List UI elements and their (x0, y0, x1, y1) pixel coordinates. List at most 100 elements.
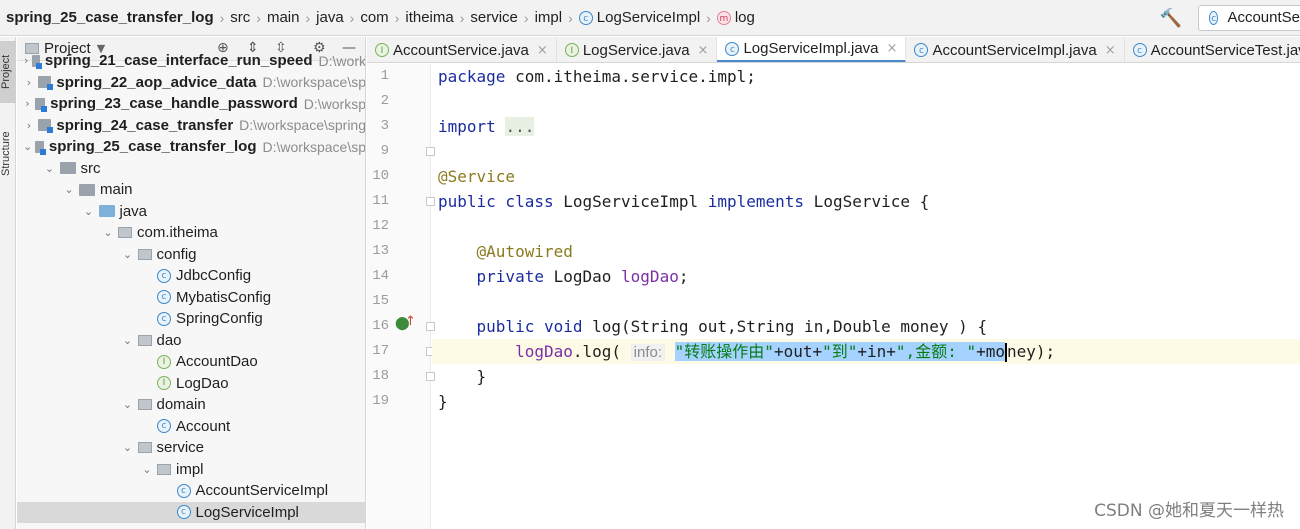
project-tool-tab[interactable]: Project (0, 41, 16, 103)
class-icon: c (157, 419, 171, 434)
line-number: 16 (372, 318, 389, 334)
tree-item[interactable]: › spring_23_case_handle_password D:\worksp (17, 93, 365, 115)
chevron-down-icon[interactable]: ⌄ (121, 334, 135, 347)
line-number: 2 (380, 93, 389, 109)
tree-item[interactable]: c SpringConfig (17, 308, 365, 330)
tool-window-strip: Project Structure (0, 37, 16, 529)
chevron-down-icon[interactable]: ⌄ (140, 463, 154, 476)
field-name: logDao (515, 342, 573, 361)
close-icon[interactable]: × (698, 43, 709, 58)
tree-item-label: MybatisConfig (176, 288, 272, 306)
tree-item[interactable]: › spring_21_case_interface_run_speed D:\wo… (17, 50, 365, 72)
tree-item[interactable]: ⌄ dao (17, 330, 365, 352)
tree-item[interactable]: c Account (17, 416, 365, 438)
tree-item[interactable]: c JdbcConfig (17, 265, 365, 287)
code-line-18: } (438, 364, 487, 389)
tree-item[interactable]: ⌄ com.itheima (17, 222, 365, 244)
breadcrumb-item-impl[interactable]: impl (535, 9, 563, 26)
tree-item[interactable]: c MybatisConfig (17, 287, 365, 309)
chevron-right-icon: › (523, 9, 529, 26)
tree-item[interactable]: › spring_24_case_transfer D:\workspace\spr… (17, 115, 365, 137)
breadcrumb-item-src[interactable]: src (230, 9, 250, 26)
chevron-down-icon[interactable]: ⌄ (62, 183, 76, 196)
structure-tool-tab[interactable]: Structure (0, 119, 16, 189)
breadcrumb-item-class[interactable]: LogServiceImpl (597, 9, 700, 26)
tree-item-label: AccountServiceImpl (195, 482, 329, 500)
chevron-down-icon[interactable]: ⌄ (101, 226, 115, 239)
tree-item-label: LogDao (176, 374, 229, 392)
close-icon[interactable]: × (537, 43, 548, 58)
tree-item-label: spring_23_case_handle_password (50, 95, 298, 113)
arrow-up-icon[interactable]: ↑ (405, 314, 416, 329)
editor-tab[interactable]: I LogService.java × (557, 37, 718, 62)
editor-tab[interactable]: I AccountService.java × (367, 37, 557, 62)
tree-item[interactable]: c LogServiceImpl (17, 501, 365, 523)
editor-tab-label: AccountService.java (393, 41, 529, 59)
tree-item[interactable]: ⌄ main (17, 179, 365, 201)
tree-item[interactable]: ⌄ impl (17, 459, 365, 481)
tree-item[interactable]: ⌄ spring_25_case_transfer_log D:\workspace… (17, 136, 365, 158)
tree-item-label: service (156, 439, 205, 457)
expression: +in+ (857, 342, 896, 361)
chevron-down-icon[interactable]: ⌄ (121, 441, 135, 454)
run-configuration-select[interactable]: c AccountSe (1198, 5, 1300, 31)
tree-item-label: spring_25_case_transfer_log (48, 138, 257, 156)
editor-tab[interactable]: cAccountServiceTest.java× (1125, 37, 1300, 62)
method-icon: m (716, 10, 731, 25)
selected-text[interactable]: "转账操作由"+out+"到"+in+",金额: "+mo (674, 342, 1005, 361)
class-icon: c (176, 505, 191, 520)
line-number: 17 (372, 343, 389, 359)
chevron-right-icon[interactable]: › (23, 119, 35, 132)
code-line-14: private LogDao logDao; (438, 264, 689, 289)
chevron-right-icon[interactable]: › (23, 76, 35, 89)
class-icon: c (578, 10, 593, 25)
module-folder-icon (37, 119, 53, 134)
tree-item[interactable]: c AccountServiceImpl (17, 480, 365, 502)
package-icon (137, 399, 152, 411)
chevron-down-icon[interactable]: ⌄ (121, 248, 135, 261)
run-config-label: AccountSe (1227, 9, 1300, 26)
breadcrumb-item-com[interactable]: com (360, 9, 388, 26)
class-icon: c (157, 268, 171, 283)
tree-item-label: dao (156, 331, 182, 349)
string-literal: "转账操作由" (674, 342, 774, 361)
tree-item[interactable]: I AccountDao (17, 351, 365, 373)
tree-item-label: LogServiceImpl (195, 503, 299, 521)
tree-item-label: main (100, 181, 133, 199)
tree-item[interactable]: I LogDao (17, 373, 365, 395)
chevron-down-icon[interactable]: ⌄ (82, 205, 96, 218)
chevron-right-icon[interactable]: › (23, 54, 29, 67)
close-icon[interactable]: × (887, 41, 898, 56)
tree-item[interactable]: › spring_22_aop_advice_data D:\workspace\s… (17, 72, 366, 94)
breadcrumb-item-itheima[interactable]: itheima (405, 9, 453, 26)
code-editor[interactable]: package com.itheima.service.impl; import… (432, 64, 1300, 529)
build-hammer-icon[interactable]: 🔨 (1160, 8, 1182, 29)
close-icon[interactable]: × (1105, 43, 1116, 58)
chevron-down-icon[interactable]: ⌄ (23, 140, 32, 153)
breadcrumb-item-method[interactable]: log (735, 9, 755, 26)
tree-item[interactable]: ⌄ domain (17, 394, 365, 416)
module-path: D:\workspace\sp (262, 74, 366, 91)
editor-tab[interactable]: c AccountServiceImpl.java × (906, 37, 1125, 62)
folded-imports[interactable]: ... (505, 117, 535, 136)
line-number: 10 (372, 168, 389, 184)
tree-item[interactable]: ⌄ src (17, 158, 365, 180)
tree-item-label: spring_24_case_transfer (56, 116, 234, 134)
module-folder-icon (32, 54, 43, 69)
breadcrumb-item-main[interactable]: main (267, 9, 300, 26)
module-folder-icon (35, 140, 46, 155)
editor-tab[interactable]: c LogServiceImpl.java × (717, 37, 907, 62)
class-icon: c (1209, 11, 1219, 25)
breadcrumb-item-service[interactable]: service (470, 9, 518, 26)
breadcrumb-item-java[interactable]: java (316, 9, 344, 26)
code-line-3: import ... (438, 114, 535, 139)
tree-item[interactable]: ⌄ service (17, 437, 365, 459)
keyword: implements (707, 192, 805, 211)
chevron-down-icon[interactable]: ⌄ (121, 398, 135, 411)
tree-item[interactable]: ⌄ config (17, 244, 365, 266)
breadcrumb-item-module[interactable]: spring_25_case_transfer_log (6, 9, 214, 26)
chevron-right-icon[interactable]: › (23, 97, 32, 110)
tree-item[interactable]: ⌄ java (17, 201, 365, 223)
chevron-down-icon[interactable]: ⌄ (43, 162, 57, 175)
breadcrumb: spring_25_case_transfer_log › src › main… (0, 9, 755, 26)
